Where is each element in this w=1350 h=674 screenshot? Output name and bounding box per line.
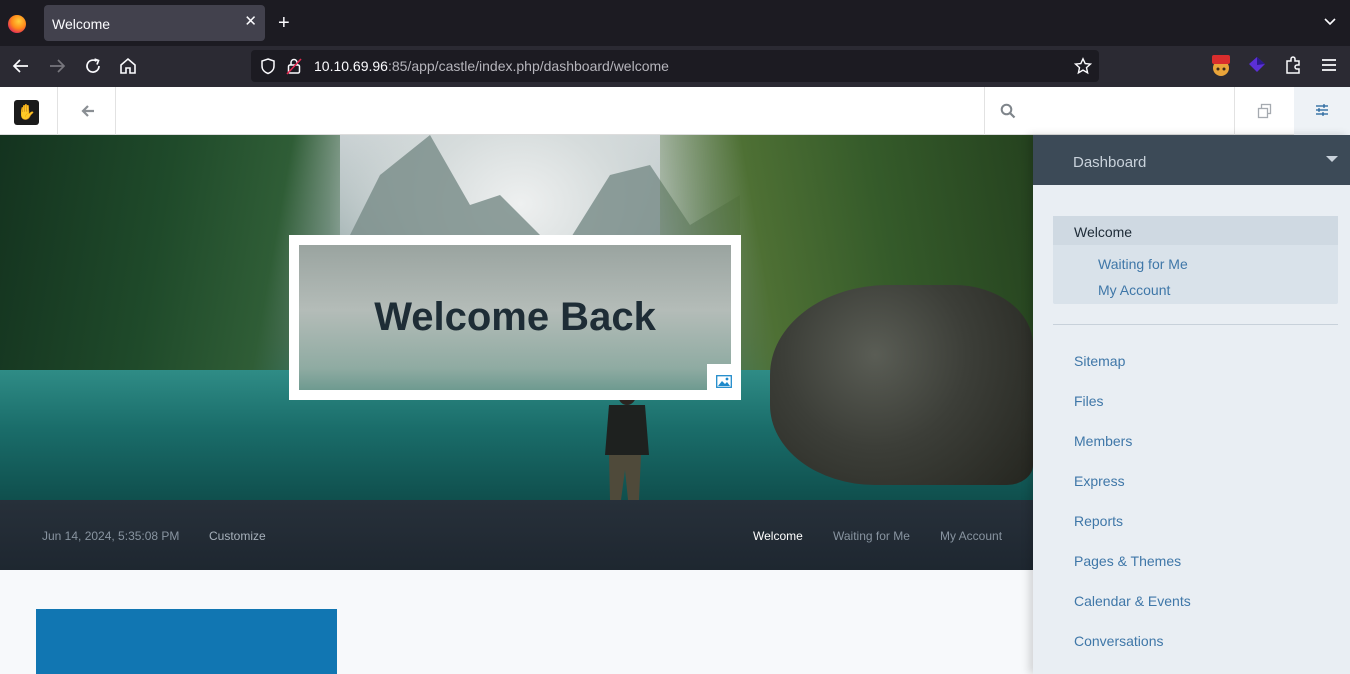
tab-list-chevron-icon[interactable] [1324,16,1336,28]
hero-link-account[interactable]: My Account [940,529,1002,543]
panel-item-express[interactable]: Express [1074,473,1125,489]
url-text[interactable]: 10.10.69.96:85/app/castle/index.php/dash… [314,58,669,74]
toolbar-divider [984,87,985,135]
panel-item-calendar-events[interactable]: Calendar & Events [1074,593,1191,609]
insecure-lock-icon[interactable] [286,57,302,75]
panel-item-reports[interactable]: Reports [1074,513,1123,529]
welcome-title: Welcome Back [374,295,656,339]
browser-tabstrip: Welcome ✕ + [0,0,1350,46]
panel-header-title: Dashboard [1073,154,1147,171]
cms-toolbar: ✋ [0,87,1350,135]
shield-icon[interactable] [259,57,277,75]
panel-item-welcome[interactable]: Welcome [1074,224,1132,240]
panel-item-sitemap[interactable]: Sitemap [1074,353,1125,369]
panel-item-waiting-for-me[interactable]: Waiting for Me [1098,256,1188,272]
panel-divider [1053,324,1338,325]
forward-icon[interactable] [45,54,69,78]
home-icon[interactable] [116,54,140,78]
caret-down-icon[interactable] [1326,156,1338,162]
customize-link[interactable]: Customize [209,529,266,543]
url-host: 10.10.69.96 [314,58,388,74]
search-icon[interactable] [1000,103,1016,119]
panel-submenu: Welcome Waiting for Me My Account [1053,216,1338,304]
panel-item-conversations[interactable]: Conversations [1074,633,1164,649]
hero-footer-bar: Jun 14, 2024, 5:35:08 PM Customize Welco… [0,500,1033,570]
url-bar[interactable]: 10.10.69.96:85/app/castle/index.php/dash… [251,50,1099,82]
toolbar-divider [57,87,58,135]
hero-image: Welcome Back [0,135,1033,500]
panel-item-pages-themes[interactable]: Pages & Themes [1074,553,1181,569]
dashboard-panel-button[interactable] [1294,87,1350,135]
tab-close-icon[interactable]: ✕ [244,13,257,31]
welcome-card: Welcome Back [289,235,741,400]
browser-tab[interactable]: Welcome ✕ [44,5,265,41]
image-icon [716,375,732,388]
panel-item-my-account[interactable]: My Account [1098,282,1170,298]
hero-link-waiting[interactable]: Waiting for Me [833,529,910,543]
panel-item-files[interactable]: Files [1074,393,1104,409]
burp-extension-icon[interactable] [1209,53,1233,77]
menu-hamburger-icon[interactable] [1317,53,1341,77]
toolbar-divider [115,87,116,135]
extension-purple-icon[interactable] [1245,53,1269,77]
toolbar-divider [1234,87,1235,135]
welcome-card-inner: Welcome Back [299,245,731,390]
back-icon[interactable] [9,54,33,78]
bookmark-star-icon[interactable] [1074,57,1092,75]
web-page: ✋ Welcome Back Jun 14, 2024, 5:35:08 PM … [0,87,1350,674]
reload-icon[interactable] [81,54,105,78]
panel-submenu-header[interactable]: Welcome [1053,216,1338,245]
sitemap-clone-icon[interactable] [1257,103,1273,119]
current-datetime: Jun 14, 2024, 5:35:08 PM [42,529,180,543]
firefox-logo-icon[interactable] [8,15,26,33]
cms-logo-icon[interactable]: ✋ [14,100,39,125]
extensions-puzzle-icon[interactable] [1281,53,1305,77]
hero-link-welcome[interactable]: Welcome [753,529,803,543]
back-arrow-icon[interactable] [80,103,96,119]
new-tab-button[interactable]: + [278,12,290,34]
browser-navbar: 10.10.69.96:85/app/castle/index.php/dash… [0,46,1350,87]
sliders-icon [1316,104,1328,116]
hero-person [605,385,649,500]
url-path: :85/app/castle/index.php/dashboard/welco… [387,58,669,74]
tab-title: Welcome [52,16,111,32]
dashboard-panel: Dashboard Welcome Waiting for Me My Acco… [1033,135,1350,674]
change-image-button[interactable] [707,364,741,400]
dashboard-tile[interactable] [36,609,337,674]
panel-header[interactable]: Dashboard [1033,135,1350,185]
panel-item-members[interactable]: Members [1074,433,1132,449]
hero-rock [770,285,1033,485]
